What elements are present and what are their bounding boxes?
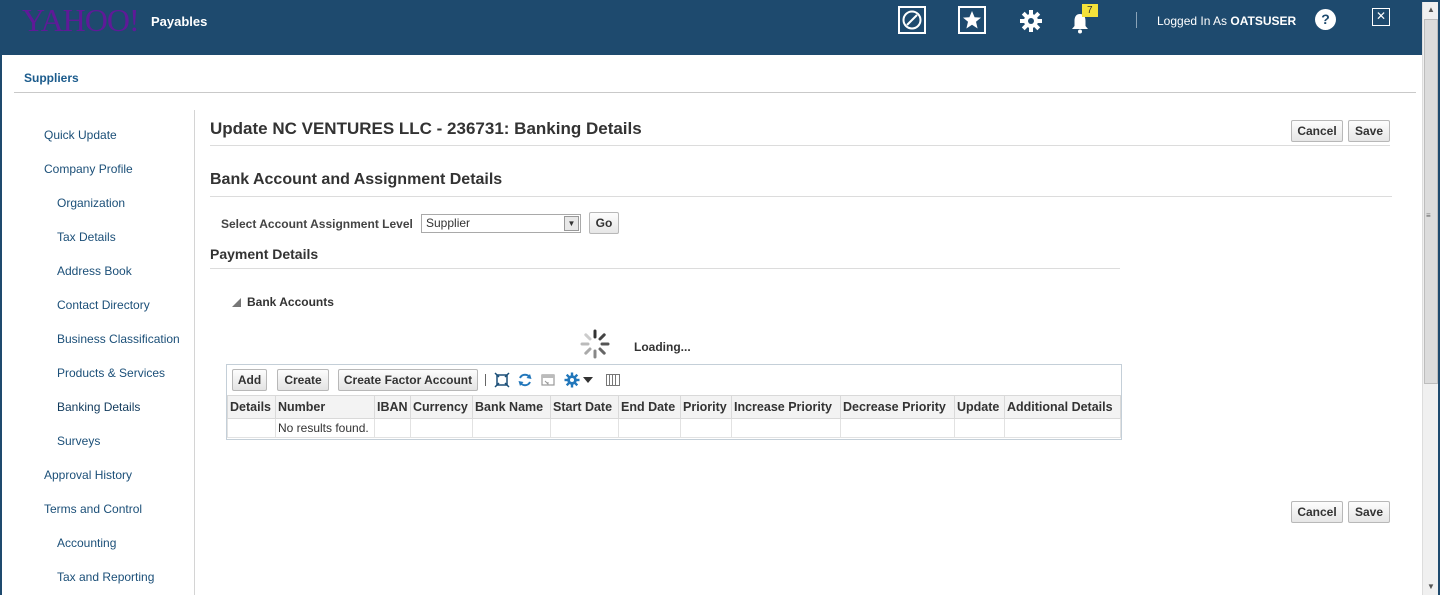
scrollbar-thumb[interactable] xyxy=(1424,19,1438,384)
toolbar-separator xyxy=(485,374,486,386)
nav-products-services[interactable]: Products & Services xyxy=(57,366,165,380)
table-cell xyxy=(227,418,276,438)
close-window-icon[interactable]: ✕ xyxy=(1372,8,1390,26)
column-header-end-date[interactable]: End Date xyxy=(618,395,681,419)
column-header-currency[interactable]: Currency xyxy=(410,395,473,419)
navigator-icon[interactable] xyxy=(898,6,926,34)
disclosure-triangle-icon[interactable] xyxy=(232,298,241,307)
nav-address-book[interactable]: Address Book xyxy=(57,264,132,278)
table-cell xyxy=(550,418,619,438)
nav-surveys[interactable]: Surveys xyxy=(57,434,100,448)
table-cell xyxy=(410,418,473,438)
assignment-level-value: Supplier xyxy=(426,216,471,230)
column-header-details[interactable]: Details xyxy=(227,395,276,419)
username: OATSUSER xyxy=(1230,14,1297,28)
column-header-bank-name[interactable]: Bank Name xyxy=(472,395,551,419)
table-cell xyxy=(731,418,841,438)
nav-banking-details[interactable]: Banking Details xyxy=(57,400,140,414)
tab-suppliers[interactable]: Suppliers xyxy=(24,71,79,85)
settings-gear-icon[interactable] xyxy=(564,372,580,388)
nav-company-profile[interactable]: Company Profile xyxy=(44,162,133,176)
no-results-message: No results found. xyxy=(275,418,375,438)
nav-tax-and-reporting[interactable]: Tax and Reporting xyxy=(57,570,154,584)
chevron-down-icon[interactable] xyxy=(582,374,594,386)
column-header-decrease-priority[interactable]: Decrease Priority xyxy=(840,395,955,419)
tab-bar: Suppliers xyxy=(14,55,1416,93)
payment-divider xyxy=(210,268,1120,269)
table-row: No results found. xyxy=(227,418,1121,438)
main-panel: Suppliers Quick Update Company Profile O… xyxy=(2,55,1422,595)
scroll-up-arrow-icon[interactable]: ▲ xyxy=(1423,2,1439,18)
assignment-level-select[interactable]: Supplier ▼ xyxy=(421,214,581,233)
column-header-priority[interactable]: Priority xyxy=(680,395,732,419)
page-title: Update NC VENTURES LLC - 236731: Banking… xyxy=(210,119,642,138)
subtitle-divider xyxy=(210,196,1392,197)
table-cell xyxy=(374,418,411,438)
yahoo-logo[interactable]: YAHOO! xyxy=(22,2,140,39)
scroll-down-arrow-icon[interactable]: ▼ xyxy=(1423,579,1439,595)
nav-business-classification[interactable]: Business Classification xyxy=(57,332,180,346)
create-factor-account-button[interactable]: Create Factor Account xyxy=(338,369,478,391)
cancel-button-bottom[interactable]: Cancel xyxy=(1291,501,1343,523)
help-icon[interactable]: ? xyxy=(1315,9,1336,30)
add-button[interactable]: Add xyxy=(232,369,267,391)
column-chooser-icon[interactable] xyxy=(605,372,621,388)
column-header-number[interactable]: Number xyxy=(275,395,375,419)
scrollbar-grip-icon: ≡ xyxy=(1426,211,1431,220)
refresh-icon[interactable] xyxy=(517,372,533,388)
logged-in-prefix: Logged In As xyxy=(1157,14,1231,28)
save-button-bottom[interactable]: Save xyxy=(1348,501,1390,523)
header-divider xyxy=(1136,12,1137,28)
table-cell xyxy=(1004,418,1121,438)
loading-spinner-icon xyxy=(580,329,610,359)
page-scrollbar[interactable]: ▲ ≡ ▼ xyxy=(1422,2,1438,595)
left-navigation: Quick Update Company Profile Organizatio… xyxy=(14,110,195,595)
settings-gear-icon[interactable] xyxy=(1016,6,1046,36)
bank-accounts-disclosure[interactable]: Bank Accounts xyxy=(232,295,334,309)
table-cell xyxy=(840,418,955,438)
assignment-level-label: Select Account Assignment Level xyxy=(221,217,413,231)
column-header-start-date[interactable]: Start Date xyxy=(550,395,619,419)
nav-accounting[interactable]: Accounting xyxy=(57,536,116,550)
column-header-iban[interactable]: IBAN xyxy=(374,395,411,419)
bank-accounts-table: Add Create Create Factor Account Details… xyxy=(226,364,1122,440)
table-cell xyxy=(680,418,732,438)
loading-text: Loading... xyxy=(634,340,691,354)
nav-tax-details[interactable]: Tax Details xyxy=(57,230,116,244)
column-header-additional-details[interactable]: Additional Details xyxy=(1004,395,1121,419)
chevron-down-icon[interactable]: ▼ xyxy=(564,216,579,231)
table-cell xyxy=(618,418,681,438)
bank-accounts-grid: Details Number IBAN Currency Bank Name S… xyxy=(227,395,1121,438)
nav-organization[interactable]: Organization xyxy=(57,196,125,210)
table-header-row: Details Number IBAN Currency Bank Name S… xyxy=(227,395,1121,419)
table-cell xyxy=(954,418,1005,438)
nav-approval-history[interactable]: Approval History xyxy=(44,468,132,482)
column-header-update[interactable]: Update xyxy=(954,395,1005,419)
go-button[interactable]: Go xyxy=(589,212,619,234)
app-header: YAHOO! Payables 7 Logged In As OATSUSER … xyxy=(0,0,1440,55)
payment-details-title: Payment Details xyxy=(210,246,319,262)
cancel-button-top[interactable]: Cancel xyxy=(1291,120,1343,142)
create-button[interactable]: Create xyxy=(277,369,329,391)
nav-contact-directory[interactable]: Contact Directory xyxy=(57,298,150,312)
detach-table-icon[interactable] xyxy=(494,372,510,388)
column-header-increase-priority[interactable]: Increase Priority xyxy=(731,395,841,419)
title-divider xyxy=(210,145,1390,146)
section-title-bank-account: Bank Account and Assignment Details xyxy=(210,171,503,188)
notification-count-badge: 7 xyxy=(1082,4,1098,17)
nav-quick-update[interactable]: Quick Update xyxy=(44,128,117,142)
freeze-columns-icon[interactable] xyxy=(540,372,556,388)
table-cell xyxy=(472,418,551,438)
nav-terms-and-control[interactable]: Terms and Control xyxy=(44,502,142,516)
logged-in-as: Logged In As OATSUSER xyxy=(1157,14,1296,28)
save-button-top[interactable]: Save xyxy=(1348,120,1390,142)
app-name: Payables xyxy=(151,14,208,29)
favorites-star-icon[interactable] xyxy=(958,6,986,34)
bank-accounts-label: Bank Accounts xyxy=(247,295,334,309)
